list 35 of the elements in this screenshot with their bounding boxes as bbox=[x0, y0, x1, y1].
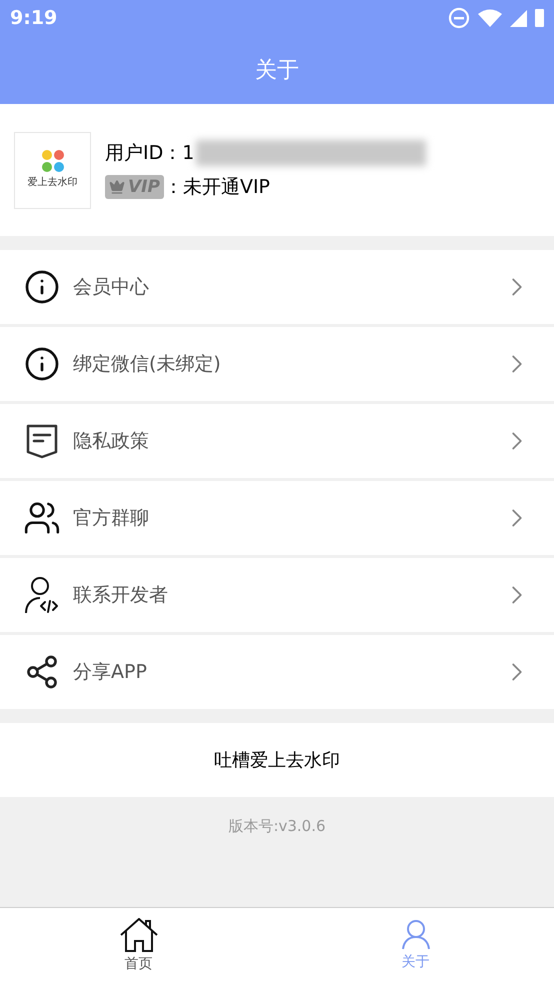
vip-status: ：未开通VIP bbox=[164, 175, 270, 200]
menu-label: 联系开发者 bbox=[73, 582, 169, 608]
person-code-icon bbox=[24, 576, 60, 614]
info-icon bbox=[24, 269, 60, 305]
user-icon bbox=[402, 920, 430, 950]
vip-badge: VIP bbox=[105, 175, 164, 200]
menu-label: 分享APP bbox=[73, 660, 148, 685]
wifi-icon bbox=[478, 9, 502, 27]
nav-tab[interactable]: 首页 bbox=[0, 908, 277, 985]
logo-dots-icon bbox=[42, 150, 64, 172]
menu-item[interactable]: 联系开发者 bbox=[0, 558, 554, 632]
menu-item[interactable]: 分享APP bbox=[0, 635, 554, 709]
info-icon bbox=[24, 346, 60, 382]
menu-item[interactable]: 官方群聊 bbox=[0, 481, 554, 555]
version-text: 版本号:v3.0.6 bbox=[228, 816, 326, 835]
menu-label: 官方群聊 bbox=[73, 506, 150, 531]
menu-item[interactable]: 隐私政策 bbox=[0, 404, 554, 478]
menu-label: 隐私政策 bbox=[73, 428, 150, 454]
feedback-button[interactable]: 吐槽爱上去水印 bbox=[0, 723, 554, 797]
document-icon bbox=[25, 423, 59, 459]
menu-label: 绑定微信(未绑定) bbox=[73, 352, 222, 377]
do-not-disturb-icon bbox=[448, 7, 470, 29]
signal-icon bbox=[510, 10, 527, 26]
share-icon bbox=[24, 654, 60, 690]
menu-label: 会员中心 bbox=[73, 274, 150, 300]
logo-text: 爱上去水印 bbox=[28, 176, 78, 190]
crown-icon bbox=[109, 179, 125, 196]
user-id-value: 1 bbox=[182, 140, 194, 166]
status-time: 9:19 bbox=[10, 6, 58, 31]
menu-item[interactable]: 绑定微信(未绑定) bbox=[0, 327, 554, 401]
home-icon bbox=[120, 918, 158, 952]
menu-item[interactable]: 会员中心 bbox=[0, 250, 554, 324]
user-id-label: 用户ID： bbox=[105, 140, 182, 166]
page-title: 关于 bbox=[255, 56, 299, 84]
battery-icon bbox=[535, 9, 544, 27]
